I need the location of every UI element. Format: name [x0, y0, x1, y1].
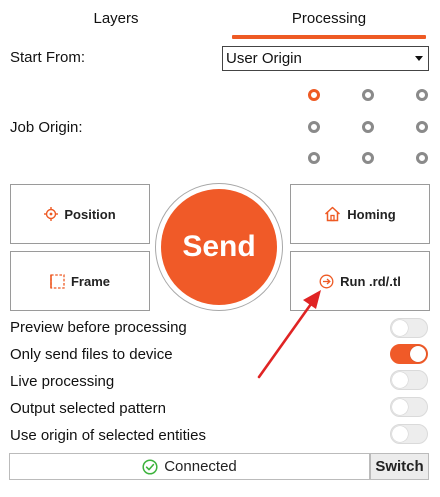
origin-bottom-left[interactable]	[308, 152, 320, 164]
origin-middle-right[interactable]	[416, 121, 428, 133]
run-file-label: Run .rd/.tl	[340, 273, 401, 289]
toggle-knob	[392, 399, 408, 415]
position-button[interactable]: Position	[10, 184, 150, 244]
job-origin-label: Job Origin:	[10, 119, 83, 136]
check-circle-icon	[142, 458, 158, 475]
crosshair-icon	[44, 207, 59, 221]
start-from-label: Start From:	[10, 49, 86, 66]
tab-bar: Layers Processing	[0, 0, 440, 40]
origin-middle-left[interactable]	[308, 121, 320, 133]
option-live-processing-label: Live processing	[10, 373, 115, 390]
origin-middle-center[interactable]	[362, 121, 374, 133]
connection-status: Connected	[9, 453, 370, 480]
toggle-origin-entities[interactable]	[390, 424, 428, 444]
switch-device-button[interactable]: Switch	[370, 453, 429, 480]
start-from-value: User Origin	[226, 50, 302, 67]
origin-bottom-right[interactable]	[416, 152, 428, 164]
homing-button[interactable]: Homing	[290, 184, 430, 244]
tab-processing[interactable]: Processing	[232, 0, 426, 40]
option-preview-label: Preview before processing	[10, 319, 187, 336]
connection-status-text: Connected	[164, 458, 237, 475]
run-file-button[interactable]: Run .rd/.tl	[290, 251, 430, 311]
send-button[interactable]: Send	[161, 189, 277, 305]
toggle-knob	[392, 426, 408, 442]
frame-button[interactable]: Frame	[10, 251, 150, 311]
position-label: Position	[64, 206, 116, 222]
start-from-select[interactable]: User Origin	[222, 46, 429, 71]
homing-label: Homing	[347, 206, 396, 222]
toggle-knob	[392, 320, 408, 336]
frame-label: Frame	[70, 273, 111, 289]
option-origin-entities-label: Use origin of selected entities	[10, 427, 206, 444]
tab-layers[interactable]: Layers	[0, 0, 232, 40]
toggle-live-processing[interactable]	[390, 370, 428, 390]
option-selected-pattern-label: Output selected pattern	[10, 400, 166, 417]
toggle-selected-pattern[interactable]	[390, 397, 428, 417]
origin-top-left[interactable]	[308, 89, 320, 101]
origin-bottom-center[interactable]	[362, 152, 374, 164]
frame-icon	[50, 273, 65, 289]
run-arrow-icon	[319, 274, 334, 289]
chevron-down-icon	[415, 56, 423, 61]
toggle-preview[interactable]	[390, 318, 428, 338]
active-tab-indicator	[232, 35, 426, 39]
origin-top-right[interactable]	[416, 89, 428, 101]
home-icon	[324, 206, 341, 222]
option-send-files-label: Only send files to device	[10, 346, 173, 363]
toggle-send-files[interactable]	[390, 344, 428, 364]
origin-top-center[interactable]	[362, 89, 374, 101]
toggle-knob	[410, 346, 426, 362]
toggle-knob	[392, 372, 408, 388]
